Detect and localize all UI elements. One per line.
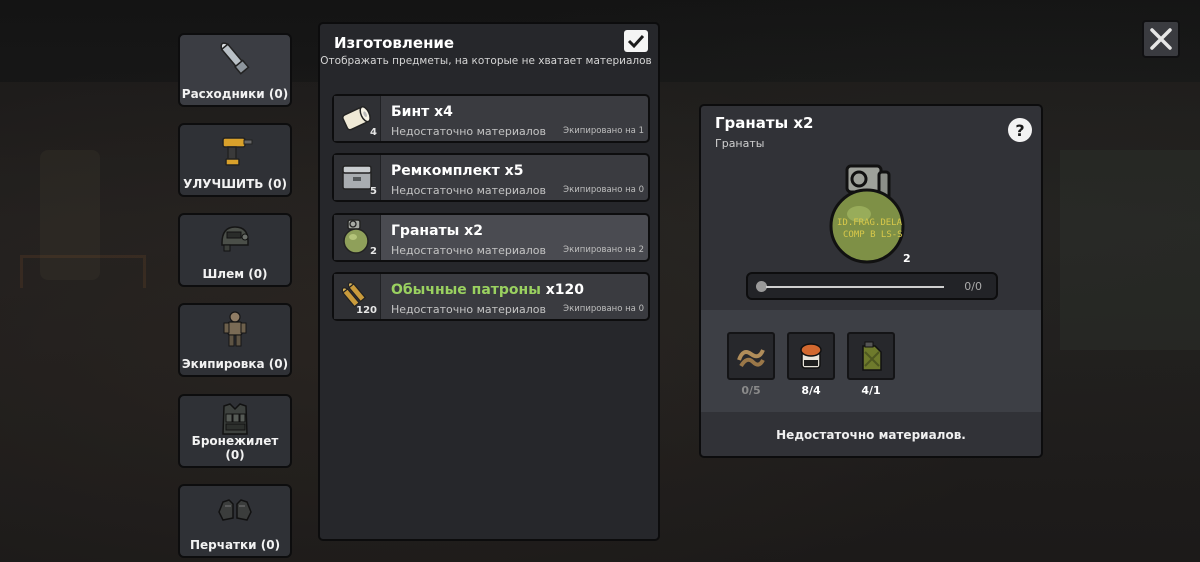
category-gloves-tab[interactable]: Перчатки (0) [178, 484, 292, 558]
item-status: Недостаточно материалов [391, 303, 546, 316]
close-button[interactable] [1142, 20, 1180, 58]
category-consumables-tab[interactable]: Расходники (0) [178, 33, 292, 107]
craft-item-bandage[interactable]: 4 Бинт x4 Недостаточно материалов Экипир… [332, 94, 650, 143]
category-label: Расходники (0) [181, 87, 289, 101]
category-label: Бронежилет (0) [191, 434, 279, 462]
item-name: Ремкомплект x5 [391, 163, 524, 179]
repair-kit-icon: 5 [334, 155, 381, 200]
item-name-highlight: Обычные патроны [391, 282, 541, 298]
material-count: 8/4 [801, 384, 821, 397]
craft-item-ammo[interactable]: 120 Обычные патроны x120 Недостаточно ма… [332, 272, 650, 321]
material-slot-powder[interactable] [787, 332, 835, 380]
show-unavailable-label: Отображать предметы, на которые не хвата… [320, 55, 652, 67]
item-equipped: Экипировано на 1 [563, 126, 644, 136]
item-name: Гранаты x2 [391, 223, 483, 239]
category-label: Экипировка (0) [181, 357, 289, 371]
craft-amount-slider[interactable]: 0/0 [746, 272, 998, 300]
detail-title: Гранаты x2 [715, 114, 814, 132]
category-helmet-tab[interactable]: Шлем (0) [178, 213, 292, 287]
material-count: 0/5 [741, 384, 761, 397]
category-label: Перчатки (0) [189, 538, 281, 552]
slider-value: 0/0 [964, 280, 982, 293]
item-equipped: Экипировано на 0 [563, 185, 644, 195]
material-count: 4/1 [861, 384, 881, 397]
not-enough-materials-message: Недостаточно материалов. [776, 428, 966, 442]
material-slot-wire[interactable] [727, 332, 775, 380]
detail-category: Гранаты [715, 137, 765, 150]
item-quantity: 120 [356, 305, 377, 316]
item-quantity: 5 [370, 186, 377, 197]
category-upgrade-tab[interactable]: УЛУЧШИТЬ (0) [178, 123, 292, 197]
slider-track [766, 286, 944, 288]
crafting-panel: Изготовление Отображать предметы, на кот… [318, 22, 660, 541]
crafting-title: Изготовление [334, 34, 455, 52]
wire-coil-icon [737, 349, 765, 368]
category-equipment-tab[interactable]: Экипировка (0) [178, 303, 292, 377]
help-icon: ? [1015, 120, 1025, 140]
svg-text:COMP B LS-S: COMP B LS-S [843, 230, 903, 240]
item-equipped: Экипировано на 0 [563, 304, 644, 314]
close-icon [1150, 28, 1172, 50]
item-name: Бинт x4 [391, 104, 453, 120]
gloves-icon [215, 490, 255, 530]
category-vest-tab[interactable]: Бронежилет (0) [178, 394, 292, 468]
soldier-gear-icon [215, 309, 255, 349]
item-quantity: 4 [370, 127, 377, 138]
show-unavailable-checkbox[interactable] [624, 30, 648, 52]
item-detail-panel: Гранаты x2 Гранаты ? ID.FRAG.DELA COMP B… [699, 104, 1043, 458]
help-button[interactable]: ? [1008, 118, 1032, 142]
category-label: Шлем (0) [202, 267, 268, 281]
item-status: Недостаточно материалов [391, 125, 546, 138]
bullets-icon: 120 [334, 274, 381, 319]
grenade-icon: 2 [334, 215, 381, 260]
item-quantity: 2 [370, 246, 377, 257]
ammo-cartridge-icon [215, 39, 255, 79]
item-name: Обычные патроны x120 [391, 282, 584, 298]
item-status: Недостаточно материалов [391, 244, 546, 257]
item-status: Недостаточно материалов [391, 184, 546, 197]
materials-section: 0/5 8/4 4/1 [701, 310, 1041, 412]
material-slot-fuel[interactable] [847, 332, 895, 380]
craft-item-grenades[interactable]: 2 Гранаты x2 Недостаточно материалов Эки… [332, 213, 650, 262]
svg-text:ID.FRAG.DELA: ID.FRAG.DELA [837, 218, 903, 228]
craft-item-repair-kit[interactable]: 5 Ремкомплект x5 Недостаточно материалов… [332, 153, 650, 202]
drill-icon [215, 129, 255, 169]
powder-jar-icon [800, 343, 822, 369]
category-label: УЛУЧШИТЬ (0) [183, 177, 287, 191]
bandage-icon: 4 [334, 96, 381, 141]
helmet-icon [215, 219, 255, 259]
item-name-suffix: x120 [540, 282, 584, 298]
detail-quantity: 2 [903, 252, 911, 265]
item-equipped: Экипировано на 2 [563, 245, 644, 255]
fuel-can-icon [862, 341, 882, 371]
checkmark-icon [627, 34, 645, 49]
